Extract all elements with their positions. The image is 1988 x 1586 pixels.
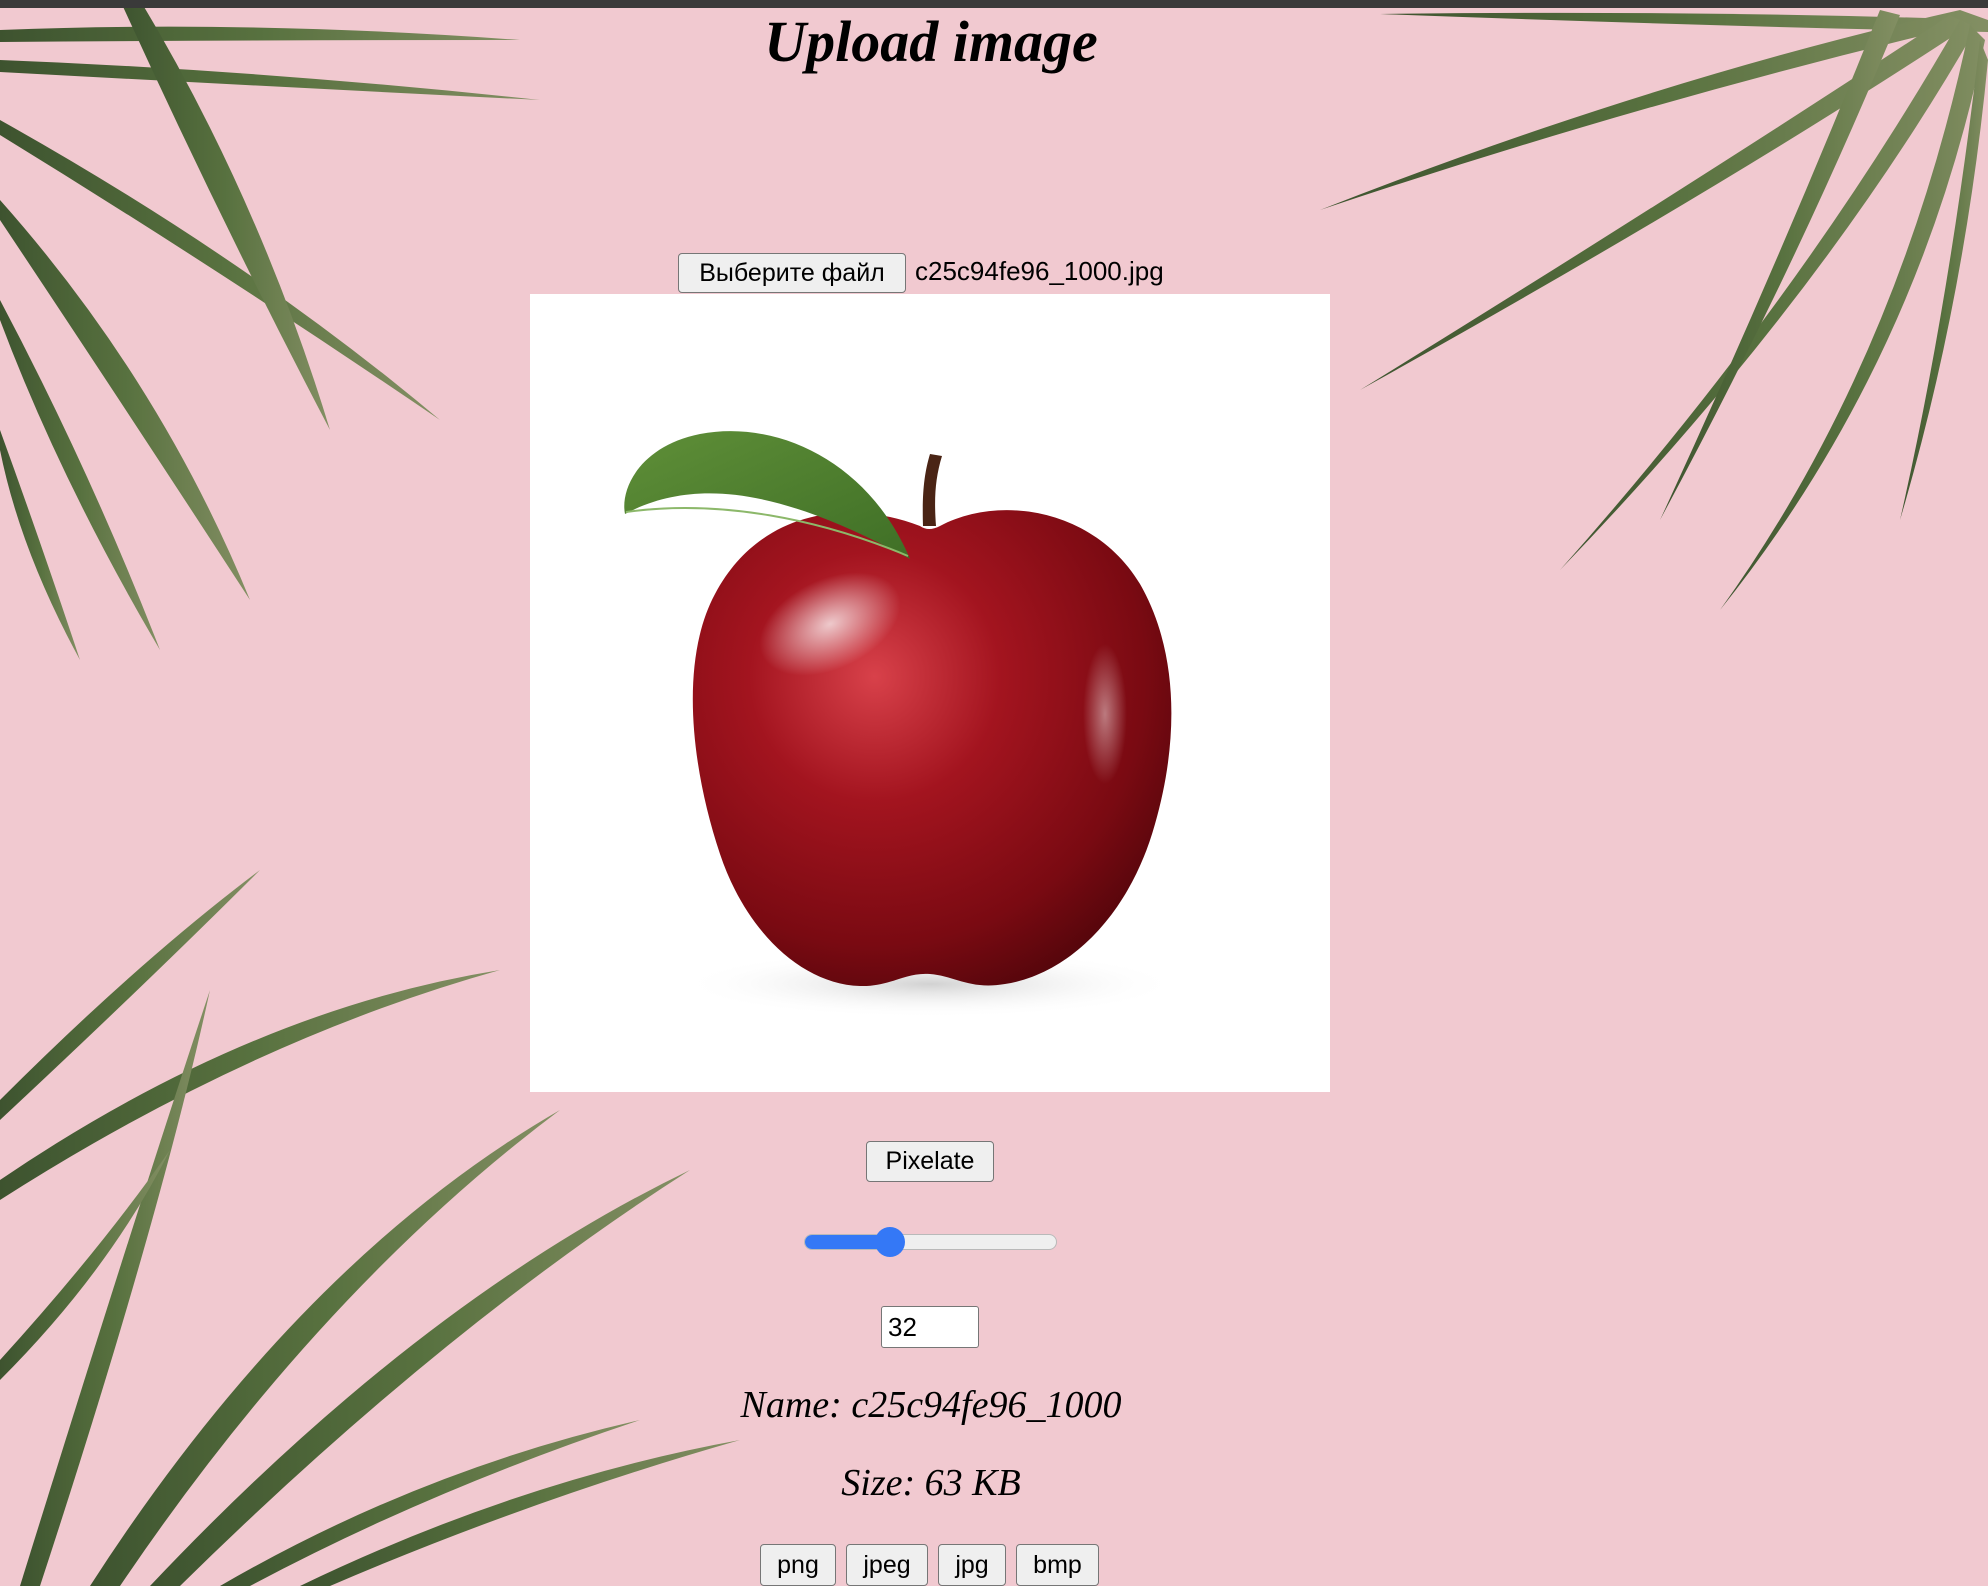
page-title: Upload image (764, 9, 1098, 74)
choose-file-button[interactable]: Выберите файл (678, 253, 906, 293)
download-png-button[interactable]: png (760, 1544, 836, 1586)
pixelate-button[interactable]: Pixelate (866, 1141, 994, 1182)
pixel-size-input[interactable] (881, 1306, 979, 1348)
image-name-label: Name: c25c94fe96_1000 (740, 1384, 1122, 1426)
upload-page: Upload image Выберите файл c25c94fe96_10… (0, 0, 1988, 1586)
slider-thumb[interactable] (875, 1227, 906, 1257)
pixel-size-slider[interactable] (804, 1234, 1057, 1250)
selected-file-name: c25c94fe96_1000.jpg (915, 256, 1164, 286)
download-bmp-button[interactable]: bmp (1016, 1544, 1099, 1586)
image-size-label: Size: 63 KB (841, 1462, 1021, 1504)
apple-image (624, 431, 1180, 1018)
window-top-edge (0, 0, 1988, 8)
download-jpg-button[interactable]: jpg (938, 1544, 1006, 1586)
image-preview (530, 294, 1330, 1092)
download-jpeg-button[interactable]: jpeg (846, 1544, 928, 1586)
